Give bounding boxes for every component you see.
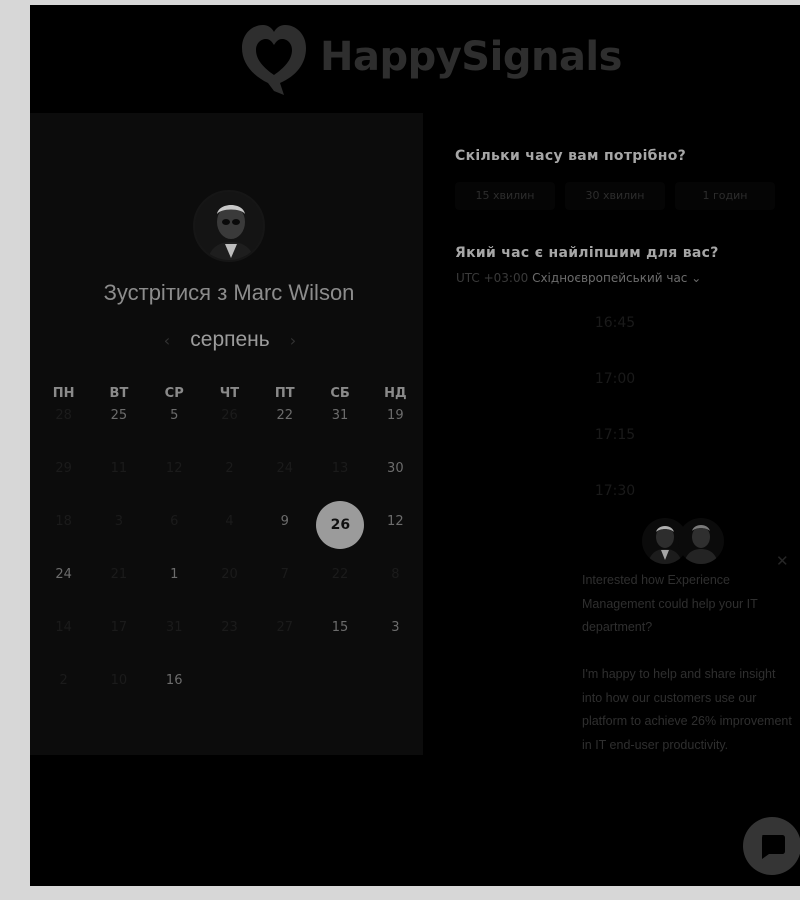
weekday-label: ПН (52, 386, 75, 401)
calendar-day: 8 (391, 567, 400, 582)
time-slot[interactable]: 16:45 (455, 295, 775, 351)
duration-option-60[interactable]: 1 годин (675, 182, 775, 210)
weekday-label: НД (384, 386, 407, 401)
calendar-week: 2 10 16 (36, 670, 423, 723)
timezone-offset: UTC +03:00 (456, 271, 529, 285)
calendar-day: 28 (55, 408, 72, 423)
duration-option-30[interactable]: 30 хвилин (565, 182, 665, 210)
calendar-day (202, 670, 257, 723)
heart-chat-icon (242, 25, 306, 95)
calendar-day[interactable]: 19 (368, 405, 423, 458)
calendar-day: 10 (110, 673, 128, 688)
calendar-day: 7 (280, 567, 289, 582)
chevron-right-icon[interactable]: › (286, 331, 300, 350)
calendar-day: 20 (221, 567, 238, 582)
calendar-day[interactable]: 16 (147, 670, 202, 723)
calendar-day: 26 (221, 408, 238, 423)
calendar-grid: ПН ВТ СР ЧТ ПТ СБ НД 28 25 5 26 22 31 19… (36, 383, 423, 723)
calendar-week: 14 17 31 23 27 15 3 (36, 617, 423, 670)
calendar-day[interactable]: 31 (312, 405, 367, 458)
calendar-day: 22 (331, 567, 349, 582)
calendar-day[interactable]: 9 (257, 511, 312, 564)
weekday-header: ПН ВТ СР ЧТ ПТ СБ НД (36, 383, 423, 405)
duration-option-15[interactable]: 15 хвилин (455, 182, 555, 210)
calendar-day[interactable]: 24 (36, 564, 91, 617)
calendar-panel: Зустрітися з Marc Wilson ‹ серпень › ПН … (30, 113, 423, 755)
calendar-day[interactable]: 25 (91, 405, 146, 458)
timezone-selector[interactable]: UTC +03:00 Східноєвропейський час ⌄ (456, 271, 701, 285)
calendar-day[interactable]: 12 (368, 511, 423, 564)
chevron-left-icon[interactable]: ‹ (160, 331, 174, 350)
weekday-label: ЧТ (219, 386, 240, 401)
calendar-day: 3 (114, 514, 124, 529)
time-slot[interactable]: 17:00 (455, 351, 775, 407)
host-avatar (193, 190, 265, 262)
calendar-day (368, 670, 423, 723)
brand-name: HappySignals (320, 34, 622, 80)
chat-agent-avatars (642, 518, 726, 568)
calendar-day: 24 (276, 461, 294, 476)
calendar-day[interactable]: 3 (368, 617, 423, 670)
calendar-day[interactable]: 15 (312, 617, 367, 670)
calendar-day: 14 (55, 620, 72, 635)
calendar-week: 29 11 12 2 24 13 30 (36, 458, 423, 511)
time-slot[interactable]: 17:15 (455, 407, 775, 463)
agent-avatar (678, 518, 724, 564)
calendar-day: 12 (165, 461, 183, 476)
meeting-title: Зустрітися з Marc Wilson (103, 280, 355, 305)
booking-page: HappySignals Зустрітися з Marc Wilson ‹ … (30, 5, 800, 886)
month-navigation: ‹ серпень › (160, 327, 300, 353)
calendar-day[interactable]: 30 (368, 458, 423, 511)
weekday-label: ПТ (274, 386, 295, 401)
calendar-day: 6 (170, 514, 179, 529)
weekday-label: СБ (330, 386, 350, 401)
calendar-day: 17 (110, 620, 128, 635)
calendar-week: 28 25 5 26 22 31 19 (36, 405, 423, 458)
calendar-week: 24 21 1 20 7 22 8 (36, 564, 423, 617)
duration-question: Скільки часу вам потрібно? (455, 148, 687, 164)
time-slot-list: 16:45 17:00 17:15 17:30 (455, 295, 775, 519)
caret-down-icon: ⌄ (691, 271, 702, 285)
calendar-day: 31 (165, 620, 183, 635)
close-icon[interactable]: ✕ (776, 552, 789, 570)
time-question: Який час є найліпшим для вас? (455, 245, 719, 261)
duration-options: 15 хвилин 30 хвилин 1 годин (455, 182, 775, 210)
weekday-label: СР (164, 386, 184, 401)
calendar-day[interactable]: 5 (147, 405, 202, 458)
calendar-week: 18 3 6 4 9 26 12 (36, 501, 423, 564)
calendar-day[interactable]: 22 (257, 405, 312, 458)
selected-day-circle[interactable]: 26 (316, 501, 365, 549)
calendar-day: 27 (276, 620, 294, 635)
calendar-day: 2 (59, 673, 68, 688)
month-label: серпень (190, 328, 270, 351)
weekday-label: ВТ (109, 386, 129, 401)
chat-message-line: I'm happy to help and share insight into… (582, 667, 792, 752)
calendar-day: 23 (221, 620, 238, 635)
chat-message-line: Interested how Experience Management cou… (582, 573, 758, 634)
calendar-day: 29 (55, 461, 72, 476)
calendar-day[interactable]: 1 (147, 564, 202, 617)
chat-message: Interested how Experience Management cou… (582, 569, 792, 781)
calendar-day: 4 (225, 514, 234, 529)
calendar-day: 11 (110, 461, 128, 476)
chat-bubble-icon (762, 835, 785, 859)
calendar-day: 2 (225, 461, 234, 476)
timezone-name: Східноєвропейський час (532, 271, 688, 285)
calendar-day: 18 (55, 514, 72, 529)
chat-launcher-button[interactable] (743, 817, 800, 875)
happysignals-logo: HappySignals (238, 19, 622, 99)
calendar-day (312, 670, 367, 723)
calendar-day: 21 (110, 567, 128, 582)
calendar-day-selected[interactable]: 26 (312, 501, 367, 564)
time-slot[interactable]: 17:30 (455, 463, 775, 519)
calendar-day (257, 670, 312, 723)
